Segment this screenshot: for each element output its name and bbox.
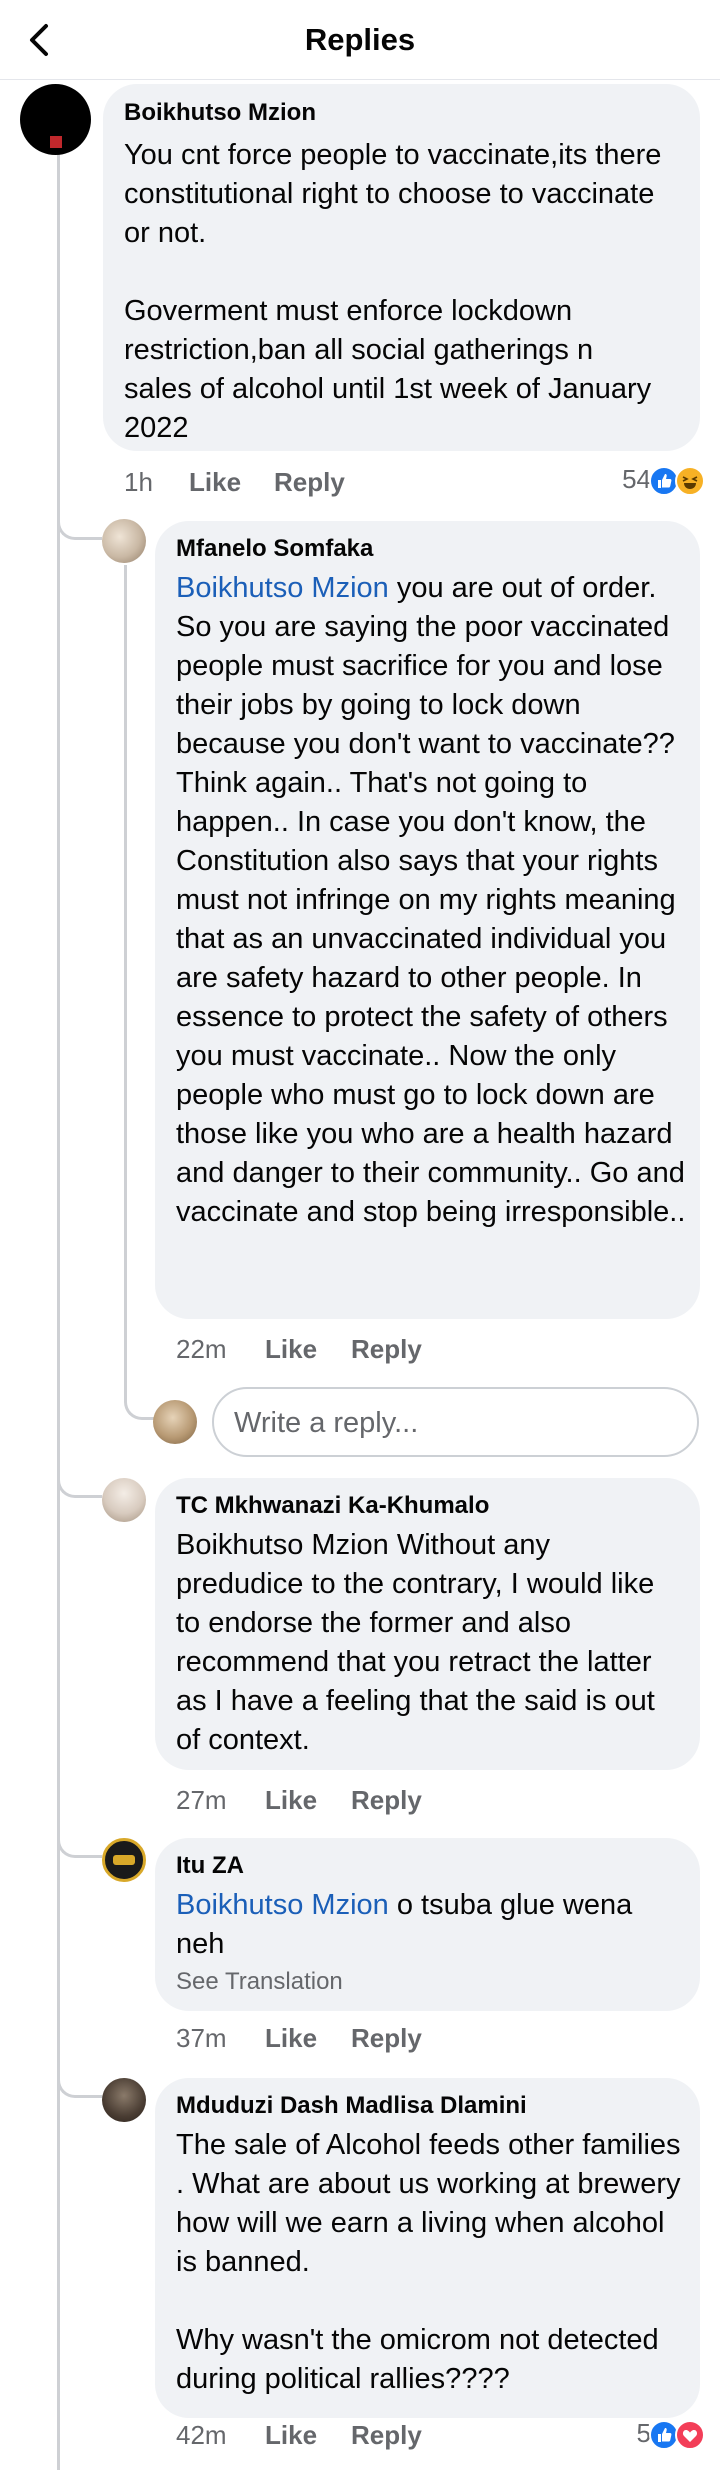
reaction-summary[interactable]: 5 — [560, 2416, 705, 2452]
haha-icon — [675, 466, 705, 496]
user-avatar — [153, 1400, 197, 1444]
write-reply-input[interactable]: Write a reply... — [212, 1387, 699, 1457]
reply-actions: 42m Like Reply — [176, 2420, 476, 2454]
page-title: Replies — [304, 22, 416, 57]
thread-connector — [57, 1478, 102, 1498]
reply-button[interactable]: Reply — [351, 2420, 422, 2451]
like-button[interactable]: Like — [265, 2023, 317, 2054]
see-translation-link[interactable]: See Translation — [176, 1968, 343, 1996]
thread-line-nested — [124, 565, 127, 1400]
thread-line — [57, 130, 60, 2470]
reply-timestamp: 22m — [176, 1334, 227, 1364]
reply-timestamp: 27m — [176, 1785, 227, 1815]
reply-text: Boikhutso Mzion you are out of order. So… — [176, 569, 688, 1232]
write-reply-placeholder: Write a reply... — [234, 1407, 419, 1439]
reply-author[interactable]: Itu ZA — [176, 1852, 244, 1880]
replies-header: Replies — [0, 0, 720, 80]
thread-connector — [124, 1395, 154, 1420]
avatar[interactable] — [102, 1838, 146, 1882]
thread-connector — [57, 520, 102, 540]
reply-button[interactable]: Reply — [351, 1334, 422, 1365]
reply-text-content: you are out of order. So you are saying … — [176, 572, 686, 1228]
like-button[interactable]: Like — [265, 1785, 317, 1816]
like-button[interactable]: Like — [265, 1334, 317, 1365]
reply-actions: 37m Like Reply — [176, 2023, 476, 2057]
reply-author[interactable]: TC Mkhwanazi Ka-Khumalo — [176, 1492, 489, 1520]
comment-text: You cnt force people to vaccinate,its th… — [124, 139, 662, 444]
reply-button[interactable]: Reply — [351, 1785, 422, 1816]
love-icon — [675, 2420, 705, 2450]
thread-connector — [57, 2078, 102, 2098]
reply-timestamp: 37m — [176, 2023, 227, 2053]
comment-actions: 1h Like Reply — [124, 467, 424, 501]
avatar[interactable] — [102, 1478, 146, 1522]
reply-bubble: Itu ZA Boikhutso Mzion o tsuba glue wena… — [155, 1838, 700, 2011]
reply-button[interactable]: Reply — [351, 2023, 422, 2054]
reply-text: The sale of Alcohol feeds other families… — [176, 2129, 681, 2395]
reaction-count: 54 — [622, 464, 651, 494]
like-button[interactable]: Like — [265, 2420, 317, 2451]
reply-bubble: Mfanelo Somfaka Boikhutso Mzion you are … — [155, 521, 700, 1319]
reply-actions: 27m Like Reply — [176, 1785, 476, 1819]
reaction-summary[interactable]: 54 — [560, 462, 705, 498]
reply-button[interactable]: Reply — [274, 467, 345, 498]
reply-text: Boikhutso Mzion o tsuba glue wena neh — [176, 1886, 688, 1964]
comment-bubble: Boikhutso Mzion You cnt force people to … — [103, 84, 700, 451]
thread-connector — [57, 1838, 102, 1858]
reply-actions: 22m Like Reply — [176, 1334, 476, 1368]
reply-author[interactable]: Mduduzi Dash Madlisa Dlamini — [176, 2092, 527, 2120]
reply-author[interactable]: Mfanelo Somfaka — [176, 535, 373, 563]
reply-text: Boikhutso Mzion Without any predudice to… — [176, 1529, 655, 1756]
mention-link[interactable]: Boikhutso Mzion — [176, 572, 389, 604]
like-button[interactable]: Like — [189, 467, 241, 498]
mention-link[interactable]: Boikhutso Mzion — [176, 1889, 389, 1921]
avatar[interactable] — [102, 519, 146, 563]
reply-bubble: TC Mkhwanazi Ka-Khumalo Boikhutso Mzion … — [155, 1478, 700, 1770]
reply-timestamp: 42m — [176, 2420, 227, 2450]
reply-bubble: Mduduzi Dash Madlisa Dlamini The sale of… — [155, 2078, 700, 2418]
avatar[interactable] — [20, 84, 91, 155]
comment-author[interactable]: Boikhutso Mzion — [124, 99, 316, 127]
comment-timestamp: 1h — [124, 467, 153, 497]
avatar[interactable] — [102, 2078, 146, 2122]
